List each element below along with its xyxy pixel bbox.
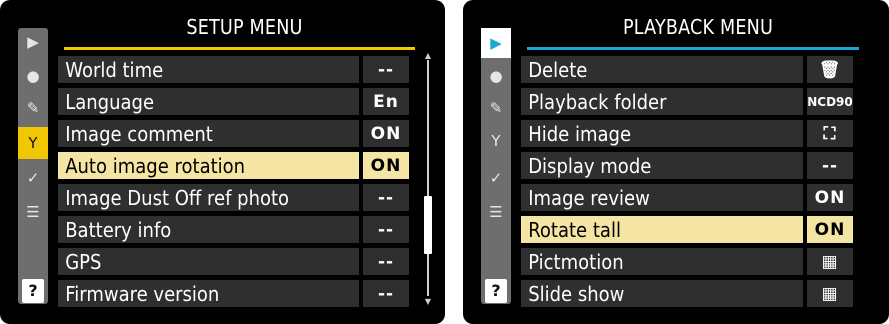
recent-settings-icon[interactable]: ☰ — [481, 198, 511, 226]
menu-item-label: Image Dust Off ref photo — [65, 185, 290, 210]
menu-item-label: Auto image rotation — [65, 153, 246, 178]
menu-item-label: Rotate tall — [528, 217, 621, 242]
menu-item-value: -- — [377, 283, 395, 304]
playback-menu-icon[interactable]: ▶ — [18, 28, 48, 56]
menu-item-value: NCD90 — [807, 94, 853, 109]
menu-item-language[interactable]: Language En — [58, 88, 409, 115]
menu-item-value: ON — [814, 219, 846, 240]
menu-item-label: Display mode — [528, 153, 652, 178]
retouch-menu-icon[interactable]: ✓ — [18, 164, 48, 192]
recent-settings-icon[interactable]: ☰ — [18, 198, 48, 226]
menu-item-world-time[interactable]: World time -- — [58, 56, 409, 83]
menu-item-label: Delete — [528, 57, 588, 82]
menu-item-label: Language — [65, 89, 155, 114]
menu-item-value: -- — [821, 155, 839, 176]
hide-image-icon: ⛶ — [823, 123, 837, 144]
setup-menu-screen: ▶ ● ✎ Y ✓ ☰ ? SETUP MENU World time -- L… — [0, 0, 445, 324]
menu-item-image-dust-off[interactable]: Image Dust Off ref photo -- — [58, 184, 409, 211]
menu-item-value: -- — [377, 59, 395, 80]
menu-item-playback-folder[interactable]: Playback folder NCD90 — [521, 88, 853, 115]
menu-item-label: Image comment — [65, 121, 213, 146]
menu-item-label: GPS — [65, 249, 102, 274]
menu-item-label: World time — [65, 57, 164, 82]
scrollbar-thumb[interactable] — [424, 196, 432, 254]
retouch-menu-icon[interactable]: ✓ — [481, 164, 511, 192]
menu-item-label: Image review — [528, 185, 650, 210]
menu-item-value: -- — [377, 251, 395, 272]
submenu-icon: ▦ — [821, 283, 839, 304]
menu-item-rotate-tall[interactable]: Rotate tall ON — [521, 216, 853, 243]
title-underline — [527, 47, 859, 50]
shooting-menu-icon[interactable]: ● — [18, 62, 48, 90]
scrollbar-track[interactable] — [427, 60, 429, 296]
menu-tab-column: ▶ ● ✎ Y ✓ ☰ ? — [18, 28, 48, 304]
scroll-down-icon: ▼ — [424, 297, 432, 306]
custom-settings-icon[interactable]: ✎ — [18, 94, 48, 122]
menu-item-display-mode[interactable]: Display mode -- — [521, 152, 853, 179]
menu-item-value: ON — [370, 155, 402, 176]
playback-menu-icon[interactable]: ▶ — [481, 28, 511, 58]
help-icon[interactable]: ? — [22, 279, 44, 303]
scroll-up-icon: ▲ — [424, 51, 432, 60]
menu-item-label: Hide image — [528, 121, 632, 146]
shooting-menu-icon[interactable]: ● — [481, 62, 511, 90]
page-title: PLAYBACK MENU — [622, 15, 774, 39]
custom-settings-icon[interactable]: ✎ — [481, 94, 511, 122]
menu-item-value: ON — [814, 187, 846, 208]
menu-item-value: -- — [377, 187, 395, 208]
submenu-icon: ▦ — [821, 251, 839, 272]
setup-menu-icon[interactable]: Y — [481, 127, 511, 155]
menu-item-auto-image-rotation[interactable]: Auto image rotation ON — [58, 152, 409, 179]
menu-item-pictmotion[interactable]: Pictmotion ▦ — [521, 248, 853, 275]
menu-item-hide-image[interactable]: Hide image ⛶ — [521, 120, 853, 147]
menu-item-image-review[interactable]: Image review ON — [521, 184, 853, 211]
menu-item-value: ON — [370, 123, 402, 144]
page-title: SETUP MENU — [186, 15, 303, 39]
menu-item-label: Slide show — [528, 281, 625, 306]
playback-menu-screen: ▶ ● ✎ Y ✓ ☰ ? PLAYBACK MENU Delete 🗑 Pla… — [463, 0, 889, 324]
menu-item-battery-info[interactable]: Battery info -- — [58, 216, 409, 243]
menu-item-value: En — [373, 91, 399, 112]
trash-icon: 🗑 — [818, 59, 842, 80]
menu-item-value: -- — [377, 219, 395, 240]
menu-item-delete[interactable]: Delete 🗑 — [521, 56, 853, 83]
menu-item-label: Pictmotion — [528, 249, 624, 274]
menu-item-label: Battery info — [65, 217, 172, 242]
menu-item-label: Playback folder — [528, 89, 667, 114]
menu-item-image-comment[interactable]: Image comment ON — [58, 120, 409, 147]
help-icon[interactable]: ? — [485, 279, 507, 303]
menu-item-slide-show[interactable]: Slide show ▦ — [521, 280, 853, 307]
menu-tab-column: ▶ ● ✎ Y ✓ ☰ ? — [481, 28, 511, 304]
setup-menu-icon[interactable]: Y — [18, 127, 48, 159]
title-underline — [64, 47, 415, 50]
menu-item-label: Firmware version — [65, 281, 220, 306]
menu-item-gps[interactable]: GPS -- — [58, 248, 409, 275]
menu-item-firmware-version[interactable]: Firmware version -- — [58, 280, 409, 307]
